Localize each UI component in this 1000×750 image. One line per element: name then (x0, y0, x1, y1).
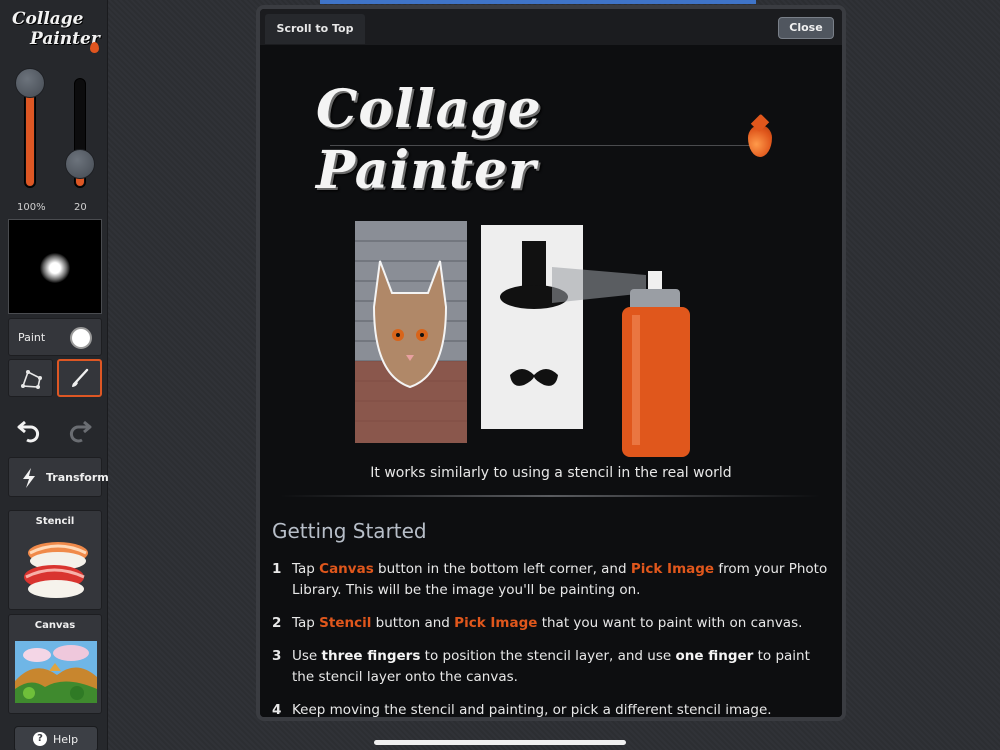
opacity-value: 100% (17, 202, 46, 213)
help-icon: ? (33, 732, 47, 746)
brush-tool-button[interactable] (57, 359, 102, 397)
scroll-to-top-button[interactable]: Scroll to Top (265, 14, 365, 44)
step-item: 4 Keep moving the stencil and painting, o… (272, 702, 772, 718)
canvas-button[interactable]: Canvas (8, 614, 102, 714)
lasso-tool-button[interactable] (8, 359, 53, 397)
step-item: 2 Tap Stencil button and Pick Image that … (272, 615, 803, 631)
lightning-icon (23, 468, 35, 488)
brush-preview (8, 219, 102, 314)
help-modal: Scroll to Top Close Collage Painter It w… (256, 5, 846, 721)
stencil-thumbnail (24, 542, 88, 598)
spray-can (622, 271, 690, 457)
size-slider-knob[interactable] (65, 149, 95, 179)
steps-list: 1 Tap Canvas button in the bottom left co… (272, 559, 832, 718)
transform-label: Transform (46, 471, 109, 484)
brush-dot (40, 253, 70, 283)
opacity-slider-fill (26, 84, 34, 186)
paint-label: Paint (18, 331, 46, 344)
stencil-label: Stencil (35, 516, 75, 527)
getting-started-heading: Getting Started (272, 519, 427, 543)
paint-color-swatch[interactable] (70, 327, 92, 349)
transform-button[interactable]: Transform (8, 457, 109, 497)
tool-sidebar: Collage Painter 100% 20 Paint Transform … (0, 0, 109, 750)
brush-icon (72, 368, 89, 387)
brush-sliders: 100% 20 (8, 60, 102, 215)
step-item: 1 Tap Canvas button in the bottom left co… (272, 561, 828, 598)
help-button[interactable]: ? Help (14, 726, 98, 750)
home-indicator[interactable] (374, 740, 626, 745)
undo-icon[interactable] (15, 416, 43, 444)
redo-icon[interactable] (66, 416, 94, 444)
canvas-image (355, 221, 467, 443)
top-status-strip (320, 0, 756, 4)
lasso-icon (21, 370, 42, 389)
help-label: Help (53, 733, 79, 746)
opacity-slider-knob[interactable] (15, 68, 45, 98)
section-divider (280, 495, 820, 497)
modal-toolbar: Scroll to Top Close (260, 9, 842, 45)
stencil-button[interactable]: Stencil (8, 510, 102, 610)
paint-mode-button[interactable]: Paint (8, 318, 102, 356)
illustration-caption: It works similarly to using a stencil in… (370, 465, 732, 481)
canvas-label: Canvas (34, 620, 76, 631)
step-item: 3 Use three fingers to position the stenc… (272, 648, 810, 685)
paint-drop-icon (90, 42, 99, 53)
help-content[interactable]: Collage Painter It works similarly to us… (260, 45, 842, 718)
stencil-paper (481, 225, 583, 429)
canvas-thumbnail (15, 641, 97, 703)
size-value: 20 (74, 202, 87, 213)
app-logo: Collage Painter (8, 6, 104, 56)
stencil-illustration (355, 221, 690, 457)
close-button[interactable]: Close (778, 17, 834, 39)
